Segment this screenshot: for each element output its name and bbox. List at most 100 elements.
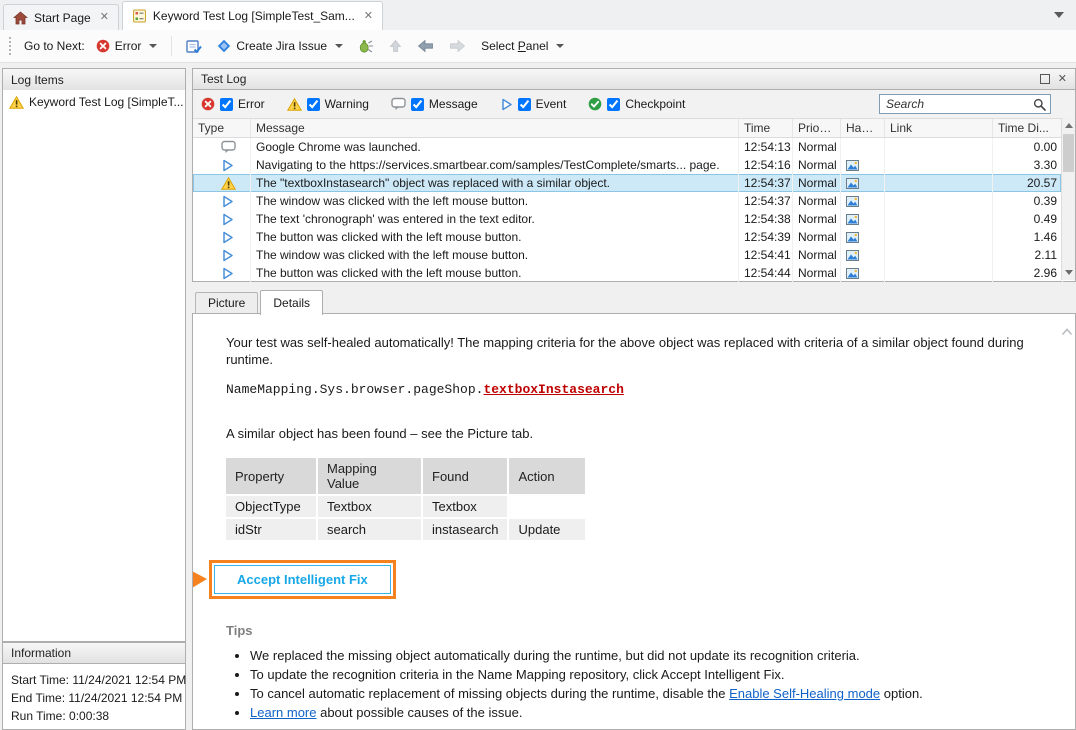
navigate-up-button[interactable] <box>385 36 406 56</box>
column-header[interactable]: Time Di... <box>993 119 1063 137</box>
error-icon <box>96 39 110 53</box>
log-filter-bar: Error Warning Message Event Checkpoint <box>193 90 1075 119</box>
scroll-up-icon[interactable] <box>1065 123 1073 128</box>
filter-message[interactable]: Message <box>391 97 478 111</box>
log-cell-link <box>885 210 993 228</box>
detail-tabs: Picture Details <box>195 290 325 314</box>
log-row[interactable]: The window was clicked with the left mou… <box>193 192 1061 210</box>
filter-event[interactable]: Event <box>500 97 567 111</box>
mapping-object-highlight: textboxInstasearch <box>483 382 623 397</box>
log-cell-has-picture <box>841 228 885 246</box>
log-items-panel-header: Log Items <box>2 68 186 92</box>
filter-checkbox-warning[interactable] <box>307 98 320 111</box>
filter-checkbox-event[interactable] <box>518 98 531 111</box>
log-row[interactable]: The button was clicked with the left mou… <box>193 264 1061 282</box>
tip-text: To cancel automatic replacement of missi… <box>250 686 729 701</box>
tree-item-keyword-test-log[interactable]: Keyword Test Log [SimpleT... <box>3 90 185 114</box>
select-panel-button[interactable]: Select Panel <box>477 36 568 56</box>
column-header[interactable]: Type <box>193 119 251 137</box>
scrollbar-thumb[interactable] <box>1063 134 1074 172</box>
log-row[interactable]: Google Chrome was launched.12:54:13Norma… <box>193 138 1061 156</box>
checklist-button[interactable] <box>182 36 206 57</box>
column-header[interactable]: Link <box>885 119 993 137</box>
left-arrow-icon <box>417 39 434 53</box>
close-icon[interactable]: ✕ <box>100 12 109 23</box>
up-arrow-icon <box>389 39 402 53</box>
column-header[interactable]: Priority <box>793 119 841 137</box>
search-input[interactable] <box>879 94 1051 114</box>
similar-object-note: A similar object has been found – see th… <box>226 425 1035 442</box>
message-icon <box>391 97 406 111</box>
log-cell-priority: Normal <box>793 264 841 282</box>
accept-intelligent-fix-button[interactable]: Accept Intelligent Fix <box>214 565 391 594</box>
chevron-down-icon <box>335 44 343 48</box>
tab-keyword-test-log[interactable]: Keyword Test Log [SimpleTest_Sam... ✕ <box>122 1 383 30</box>
information-content: Start Time: 11/24/2021 12:54 PMEnd Time:… <box>2 664 186 730</box>
log-cell-link <box>885 156 993 174</box>
column-header[interactable]: Time <box>739 119 793 137</box>
log-scrollbar[interactable] <box>1061 118 1075 280</box>
filter-error[interactable]: Error <box>201 97 265 111</box>
go-to-next-error-button[interactable]: Error <box>92 36 162 56</box>
log-row[interactable]: The "textboxInstasearch" object was repl… <box>193 174 1061 192</box>
right-arrow-icon <box>449 39 466 53</box>
log-cell-type-warning-icon <box>193 174 251 192</box>
tip-item: To update the recognition criteria in th… <box>250 666 1035 683</box>
main-toolbar: Go to Next: Error Create Jira Issue Sele… <box>0 30 1076 63</box>
filter-label: Checkpoint <box>625 97 685 111</box>
column-header[interactable]: Message <box>251 119 739 137</box>
name-mapping-path: NameMapping.Sys.browser.pageShop.textbox… <box>226 382 1035 397</box>
tip-link[interactable]: Enable Self-Healing mode <box>729 686 880 701</box>
maximize-icon[interactable] <box>1040 74 1050 84</box>
details-scroll-up-icon[interactable] <box>1061 328 1073 336</box>
filter-checkbox-message[interactable] <box>411 98 424 111</box>
error-button-label: Error <box>115 39 142 53</box>
filter-checkbox-error[interactable] <box>220 98 233 111</box>
chevron-down-icon <box>556 44 564 48</box>
log-cell-has-picture <box>841 192 885 210</box>
log-row[interactable]: Navigating to the https://services.smart… <box>193 156 1061 174</box>
toolbar-grip[interactable] <box>9 37 14 55</box>
close-icon[interactable]: ✕ <box>364 11 373 22</box>
criteria-row: ObjectTypeTextboxTextbox <box>226 496 585 517</box>
log-cell-time: 12:54:16 <box>739 156 793 174</box>
tip-text: To update the recognition criteria in th… <box>250 667 784 682</box>
create-jira-issue-button[interactable]: Create Jira Issue <box>213 36 347 56</box>
log-cell-message: The window was clicked with the left mou… <box>251 192 739 210</box>
log-cell-message: The button was clicked with the left mou… <box>251 228 739 246</box>
log-row[interactable]: The button was clicked with the left mou… <box>193 228 1061 246</box>
navigate-back-button[interactable] <box>413 36 438 56</box>
filter-checkbox-checkpoint[interactable] <box>607 98 620 111</box>
criteria-header-row: PropertyMapping ValueFoundAction <box>226 458 585 494</box>
navigate-forward-button[interactable] <box>445 36 470 56</box>
scroll-down-icon[interactable] <box>1065 270 1073 275</box>
information-panel-header: Information <box>2 642 186 664</box>
error-icon <box>201 97 215 111</box>
log-cell-has-picture <box>841 246 885 264</box>
annotation-arrow-icon <box>192 567 208 593</box>
log-row[interactable]: The window was clicked with the left mou… <box>193 246 1061 264</box>
log-cell-message: The window was clicked with the left mou… <box>251 246 739 264</box>
tab-picture[interactable]: Picture <box>195 292 258 314</box>
criteria-cell <box>509 496 585 517</box>
log-cell-link <box>885 174 993 192</box>
filter-warning[interactable]: Warning <box>287 97 369 111</box>
log-cell-time: 12:54:38 <box>739 210 793 228</box>
tab-start-page[interactable]: Start Page ✕ <box>3 4 119 30</box>
close-icon[interactable]: ✕ <box>1058 74 1067 85</box>
mapping-prefix: NameMapping.Sys.browser.pageShop. <box>226 382 483 397</box>
tab-details[interactable]: Details <box>260 290 323 315</box>
filter-checkpoint[interactable]: Checkpoint <box>588 97 685 111</box>
log-items-panel: Log Items Keyword Test Log [SimpleT... I… <box>2 68 186 730</box>
log-row[interactable]: The text 'chronograph' was entered in th… <box>193 210 1061 228</box>
panel-title-label: Log Items <box>11 73 64 87</box>
column-header[interactable]: Has ... <box>841 119 885 137</box>
run-bug-button[interactable] <box>354 36 378 57</box>
filter-label: Message <box>429 97 478 111</box>
log-cell-has-picture <box>841 138 885 156</box>
tip-link[interactable]: Learn more <box>250 705 316 720</box>
criteria-column-header: Found <box>423 458 507 494</box>
log-cell-type-event-icon <box>193 228 251 246</box>
criteria-cell: Update <box>509 519 585 540</box>
tab-overflow-chevron-icon[interactable] <box>1054 12 1064 18</box>
